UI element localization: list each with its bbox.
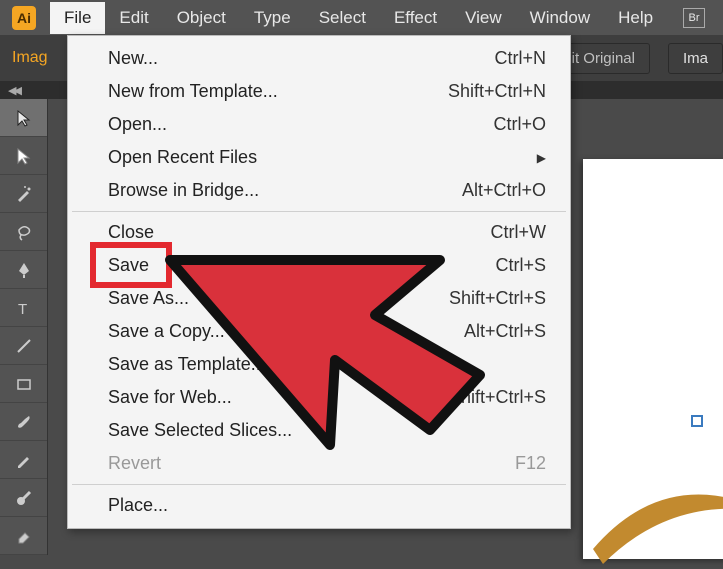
menu-separator: [72, 211, 566, 212]
menu-item-label: Save a Copy...: [108, 321, 464, 342]
direct-selection-tool[interactable]: [0, 137, 47, 175]
chevron-left-icon: ◀◀: [8, 84, 19, 97]
menu-item-label: Save As...: [108, 288, 449, 309]
lasso-tool[interactable]: [0, 213, 47, 251]
menu-shortcut: Ctrl+N: [494, 48, 546, 69]
menu-item-label: Open...: [108, 114, 493, 135]
paintbrush-tool[interactable]: [0, 403, 47, 441]
menu-item-label: Save for Web...: [108, 387, 417, 408]
tool-palette: T: [0, 99, 48, 555]
pencil-tool[interactable]: [0, 441, 47, 479]
mode-label: Imag: [12, 49, 48, 67]
selection-handle[interactable]: [691, 415, 703, 427]
menu-type[interactable]: Type: [240, 2, 305, 34]
menu-shortcut: Alt+Ctrl+S: [464, 321, 546, 342]
menu-item-label: Place...: [108, 495, 546, 516]
menu-help[interactable]: Help: [604, 2, 667, 34]
app-logo: Ai: [12, 6, 36, 30]
menu-item-label: Close: [108, 222, 491, 243]
menu-item-open[interactable]: Open...Ctrl+O: [68, 108, 570, 141]
artwork-shape: [593, 489, 723, 569]
menu-item-label: Open Recent Files: [108, 147, 527, 168]
menu-item-place[interactable]: Place...: [68, 489, 570, 522]
pen-icon: [13, 259, 35, 281]
type-icon: T: [13, 297, 35, 319]
menu-shortcut: Ctrl+O: [493, 114, 546, 135]
menu-shortcut: Ctrl+S: [495, 255, 546, 276]
image-something-button[interactable]: Ima: [668, 43, 723, 74]
lasso-icon: [13, 221, 35, 243]
menu-separator: [72, 484, 566, 485]
menu-item-label: New...: [108, 48, 494, 69]
bridge-badge[interactable]: Br: [683, 8, 705, 28]
menu-item-close[interactable]: CloseCtrl+W: [68, 216, 570, 249]
menu-shortcut: Alt+Shift+Ctrl+S: [417, 387, 546, 408]
menu-file[interactable]: File: [50, 2, 105, 34]
menu-view[interactable]: View: [451, 2, 516, 34]
menu-item-save-as[interactable]: Save As...Shift+Ctrl+S: [68, 282, 570, 315]
menu-shortcut: Shift+Ctrl+N: [448, 81, 546, 102]
menu-item-label: Save: [108, 255, 495, 276]
chevron-right-icon: ▶: [537, 151, 546, 165]
menu-item-save-a-copy[interactable]: Save a Copy...Alt+Ctrl+S: [68, 315, 570, 348]
menu-item-label: Save as Template...: [108, 354, 546, 375]
menubar: Ai File Edit Object Type Select Effect V…: [0, 0, 723, 35]
menu-item-open-recent-files[interactable]: Open Recent Files ▶: [68, 141, 570, 174]
menu-item-new[interactable]: New...Ctrl+N: [68, 42, 570, 75]
blob-brush-tool[interactable]: [0, 479, 47, 517]
menu-shortcut: F12: [515, 453, 546, 474]
pen-tool[interactable]: [0, 251, 47, 289]
brush-icon: [13, 411, 35, 433]
artboard[interactable]: [583, 159, 723, 559]
menu-item-browse-in-bridge[interactable]: Browse in Bridge...Alt+Ctrl+O: [68, 174, 570, 207]
menu-window[interactable]: Window: [516, 2, 604, 34]
pencil-icon: [13, 449, 35, 471]
menu-item-new-from-template[interactable]: New from Template...Shift+Ctrl+N: [68, 75, 570, 108]
menu-shortcut: Ctrl+W: [491, 222, 547, 243]
selection-tool[interactable]: [0, 99, 47, 137]
line-segment-tool[interactable]: [0, 327, 47, 365]
menu-effect[interactable]: Effect: [380, 2, 451, 34]
cursor-icon: [13, 107, 35, 129]
menu-shortcut: Shift+Ctrl+S: [449, 288, 546, 309]
eraser-tool[interactable]: [0, 517, 47, 555]
menu-edit[interactable]: Edit: [105, 2, 162, 34]
menu-item-save-as-template[interactable]: Save as Template...: [68, 348, 570, 381]
menu-item-save-for-web[interactable]: Save for Web...Alt+Shift+Ctrl+S: [68, 381, 570, 414]
menu-object[interactable]: Object: [163, 2, 240, 34]
svg-text:T: T: [18, 301, 27, 317]
wand-icon: [13, 183, 35, 205]
rectangle-tool[interactable]: [0, 365, 47, 403]
menu-item-label: Browse in Bridge...: [108, 180, 462, 201]
eraser-icon: [13, 525, 35, 547]
line-icon: [13, 335, 35, 357]
menu-item-label: New from Template...: [108, 81, 448, 102]
cursor-white-icon: [13, 145, 35, 167]
menu-item-revert: RevertF12: [68, 447, 570, 480]
blob-brush-icon: [13, 487, 35, 509]
menu-item-label: Revert: [108, 453, 515, 474]
menu-item-save-selected-slices[interactable]: Save Selected Slices...: [68, 414, 570, 447]
rectangle-icon: [13, 373, 35, 395]
menu-select[interactable]: Select: [305, 2, 380, 34]
file-menu-dropdown: New...Ctrl+NNew from Template...Shift+Ct…: [67, 35, 571, 529]
menu-item-label: Save Selected Slices...: [108, 420, 546, 441]
type-tool[interactable]: T: [0, 289, 47, 327]
menu-shortcut: Alt+Ctrl+O: [462, 180, 546, 201]
magic-wand-tool[interactable]: [0, 175, 47, 213]
menu-item-save[interactable]: SaveCtrl+S: [68, 249, 570, 282]
